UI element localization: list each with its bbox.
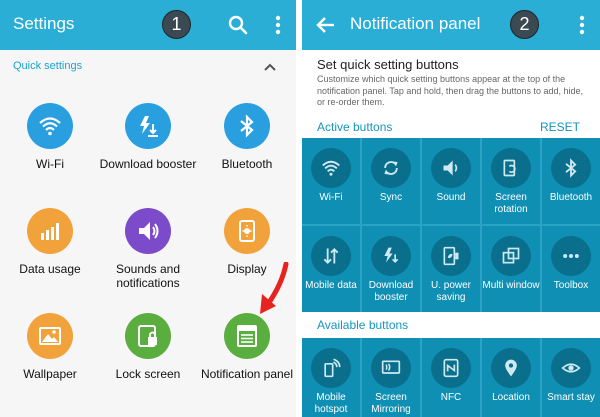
settings-item-label: Download booster xyxy=(99,157,197,171)
bluetooth-icon xyxy=(224,103,270,149)
sound-icon xyxy=(431,148,471,188)
settings-item-label: Notification panel xyxy=(200,367,294,381)
active-button-bluetooth[interactable]: Bluetooth xyxy=(542,138,600,224)
settings-item-label: Lock screen xyxy=(115,367,181,381)
settings-item-label: Wi-Fi xyxy=(36,157,64,171)
quick-button-label: Toolbox xyxy=(553,280,589,291)
wallpaper-icon xyxy=(27,313,73,359)
info-heading: Set quick setting buttons xyxy=(317,57,459,72)
data-usage-icon xyxy=(27,208,73,254)
settings-app-bar: Settings 1 xyxy=(0,0,296,50)
quick-button-label: Smart stay xyxy=(547,392,595,403)
info-section: Set quick setting buttons Customize whic… xyxy=(302,50,600,114)
page-title: Settings xyxy=(13,14,75,33)
active-button-multi-window[interactable]: Multi window xyxy=(482,226,540,312)
quick-button-label: NFC xyxy=(440,392,462,403)
active-button-toolbox[interactable]: Toolbox xyxy=(542,226,600,312)
quick-button-label: Bluetooth xyxy=(549,192,593,203)
notification-panel-screen: Notification panel 2 Set quick setting b… xyxy=(302,0,600,417)
available-button-smart-stay[interactable]: Smart stay xyxy=(542,338,600,417)
power-saving-icon xyxy=(431,236,471,276)
active-button-download-booster[interactable]: Download booster xyxy=(362,226,420,312)
settings-item-wallpaper[interactable]: Wallpaper xyxy=(0,313,100,381)
wifi-icon xyxy=(311,148,351,188)
step-badge-2: 2 xyxy=(510,10,539,39)
quick-button-label: Sound xyxy=(436,192,466,203)
sync-icon xyxy=(371,148,411,188)
active-button-screen-rotation[interactable]: Screen rotation xyxy=(482,138,540,224)
active-buttons-label: Active buttons xyxy=(317,120,393,134)
quick-button-label: U. power saving xyxy=(430,280,471,303)
more-vert-icon[interactable] xyxy=(266,13,290,37)
hotspot-icon xyxy=(311,348,351,388)
active-button-sync[interactable]: Sync xyxy=(362,138,420,224)
quick-button-label: Mobile data xyxy=(305,280,357,291)
wifi-icon xyxy=(27,103,73,149)
screen-mirroring-icon xyxy=(371,348,411,388)
available-button-location[interactable]: Location xyxy=(482,338,540,417)
active-button-power-saving[interactable]: U. power saving xyxy=(422,226,480,312)
settings-item-sounds-and-notifications[interactable]: Sounds and notifications xyxy=(98,208,198,290)
active-button-sound[interactable]: Sound xyxy=(422,138,480,224)
active-button-wifi[interactable]: Wi-Fi xyxy=(302,138,360,224)
nfc-icon xyxy=(431,348,471,388)
settings-screen: Settings 1 Quick settings Wi-Fi Download… xyxy=(0,0,296,417)
back-arrow-icon[interactable] xyxy=(314,13,338,37)
search-icon[interactable] xyxy=(226,13,250,37)
download-booster-icon xyxy=(371,236,411,276)
quick-settings-header: Quick settings xyxy=(13,60,83,72)
available-buttons-grid: Mobile hotspot Screen Mirroring NFC Loca… xyxy=(302,338,600,417)
available-button-mobile-hotspot[interactable]: Mobile hotspot xyxy=(302,338,360,417)
settings-item-data-usage[interactable]: Data usage xyxy=(0,208,100,276)
quick-button-label: Screen Mirroring xyxy=(371,392,411,415)
quick-button-label: Location xyxy=(492,392,530,403)
quick-button-label: Mobile hotspot xyxy=(314,392,348,415)
active-buttons-header: Active buttons RESET xyxy=(302,116,600,138)
display-icon xyxy=(224,208,270,254)
smart-stay-icon xyxy=(551,348,591,388)
bluetooth-icon xyxy=(551,148,591,188)
settings-item-label: Wallpaper xyxy=(23,367,77,381)
settings-item-label: Sounds and notifications xyxy=(115,262,181,290)
more-vert-icon[interactable] xyxy=(570,13,594,37)
quick-button-label: Screen rotation xyxy=(494,192,528,215)
settings-item-bluetooth[interactable]: Bluetooth xyxy=(197,103,296,171)
toolbox-icon xyxy=(551,236,591,276)
quick-button-label: Download booster xyxy=(368,280,414,303)
info-description: Customize which quick setting buttons ap… xyxy=(317,74,584,107)
quick-button-label: Sync xyxy=(379,192,403,203)
page-title: Notification panel xyxy=(350,14,481,33)
multi-window-icon xyxy=(491,236,531,276)
settings-item-wifi[interactable]: Wi-Fi xyxy=(0,103,100,171)
notification-panel-app-bar: Notification panel 2 xyxy=(302,0,600,50)
available-button-nfc[interactable]: NFC xyxy=(422,338,480,417)
available-button-screen-mirroring[interactable]: Screen Mirroring xyxy=(362,338,420,417)
step-badge-1: 1 xyxy=(162,10,191,39)
next-row-peek xyxy=(0,405,296,417)
lock-screen-icon xyxy=(125,313,171,359)
settings-item-label: Bluetooth xyxy=(221,157,273,171)
available-buttons-label: Available buttons xyxy=(317,318,409,332)
reset-button[interactable]: RESET xyxy=(540,120,580,134)
quick-button-label: Multi window xyxy=(482,280,540,291)
settings-item-lock-screen[interactable]: Lock screen xyxy=(98,313,198,381)
available-buttons-header: Available buttons xyxy=(302,314,600,336)
settings-item-download-booster[interactable]: Download booster xyxy=(98,103,198,171)
annotation-arrow-icon xyxy=(260,262,289,314)
settings-item-notification-panel[interactable]: Notification panel xyxy=(197,313,296,381)
active-buttons-grid: Wi-Fi Sync Sound Screen rotation Bluetoo… xyxy=(302,138,600,312)
settings-item-label: Data usage xyxy=(19,262,81,276)
notification-panel-icon xyxy=(224,313,270,359)
location-icon xyxy=(491,348,531,388)
chevron-up-icon[interactable] xyxy=(261,58,279,76)
quick-button-label: Wi-Fi xyxy=(319,192,343,203)
download-booster-icon xyxy=(125,103,171,149)
sound-icon xyxy=(125,208,171,254)
active-button-mobile-data[interactable]: Mobile data xyxy=(302,226,360,312)
screen-rotation-icon xyxy=(491,148,531,188)
mobile-data-icon xyxy=(311,236,351,276)
